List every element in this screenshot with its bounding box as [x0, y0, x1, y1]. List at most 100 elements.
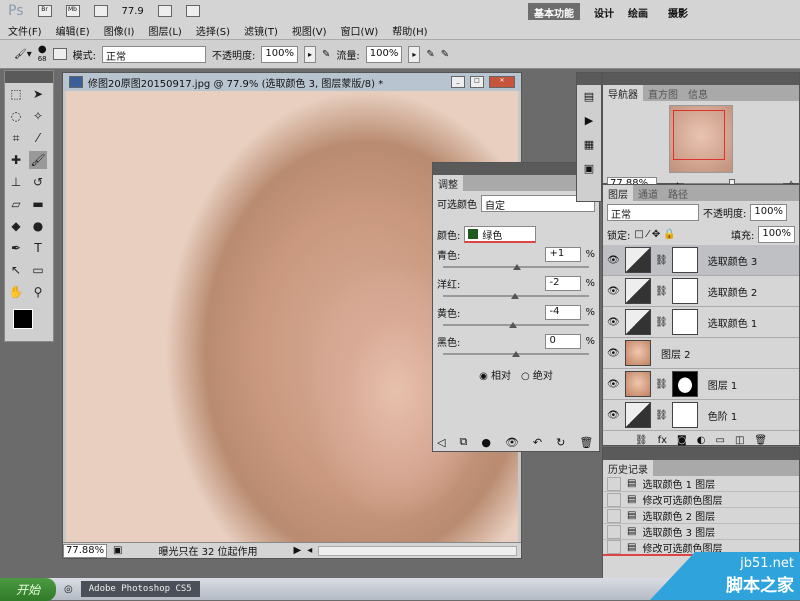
mode-select[interactable]: 正常: [102, 45, 207, 63]
visibility-eye-icon[interactable]: 👁: [607, 379, 621, 390]
menu-image[interactable]: 图像(I): [104, 23, 135, 38]
adjust-slider-thumb[interactable]: [510, 293, 519, 299]
relative-radio[interactable]: ◉ 相对: [479, 367, 511, 382]
tab-info[interactable]: 信息: [683, 85, 713, 101]
adjust-slider-thumb[interactable]: [512, 264, 521, 270]
layer-row[interactable]: 👁 ⛓ 图层 1: [603, 369, 799, 400]
bridge-icon[interactable]: Br: [37, 5, 52, 17]
menu-layer[interactable]: 图层(L): [148, 23, 181, 38]
link-layers-icon[interactable]: ⛓: [635, 435, 648, 446]
swatches-panel-icon[interactable]: ▦: [577, 133, 601, 157]
color-select[interactable]: 绿色: [464, 226, 537, 243]
history-panel-icon[interactable]: ▤: [577, 85, 601, 109]
mask-thumbnail[interactable]: [671, 309, 698, 335]
delete-layer-icon[interactable]: 🗑: [754, 435, 767, 446]
adjust-slider-track[interactable]: [443, 322, 589, 328]
blur-tool-icon[interactable]: ◆: [7, 217, 25, 235]
horizontal-scrollbar[interactable]: [318, 545, 517, 556]
actions-panel-icon[interactable]: ▶: [577, 109, 601, 133]
expand-view-icon[interactable]: ⧉: [459, 435, 467, 449]
previous-state-icon[interactable]: ↶: [533, 436, 542, 449]
lasso-tool-icon[interactable]: ◌: [7, 107, 25, 125]
status-menu-arrow[interactable]: ▶: [294, 545, 302, 556]
chain-icon[interactable]: ⛓: [655, 379, 668, 390]
hand-tool-icon[interactable]: ✋: [7, 283, 25, 301]
start-button[interactable]: 开始: [0, 577, 57, 601]
pen-tool-icon[interactable]: ✒: [7, 239, 25, 257]
view-extras-icon[interactable]: [93, 5, 108, 17]
back-icon[interactable]: ◁: [437, 436, 445, 449]
mini-bridge-icon[interactable]: Mb: [65, 5, 80, 17]
adjust-slider-thumb[interactable]: [512, 351, 520, 357]
workspace-photography[interactable]: 摄影: [662, 3, 694, 20]
workspace-design[interactable]: 设计: [588, 3, 620, 20]
healing-tool-icon[interactable]: ✚: [7, 151, 25, 169]
stamp-tool-icon[interactable]: ⊥: [7, 173, 25, 191]
absolute-radio[interactable]: ○ 绝对: [521, 367, 553, 382]
history-snapshot-box[interactable]: [607, 476, 621, 491]
tab-paths[interactable]: 路径: [663, 185, 693, 201]
add-mask-icon[interactable]: ◙: [677, 435, 687, 446]
history-snapshot-box[interactable]: [607, 492, 621, 507]
layer-opacity-input[interactable]: 100%: [750, 204, 787, 221]
fill-input[interactable]: 100%: [758, 226, 795, 243]
crop-tool-icon[interactable]: ⌗: [7, 129, 25, 147]
history-item[interactable]: ▤ 修改可选颜色图层: [603, 492, 799, 508]
path-select-tool-icon[interactable]: ↖: [7, 261, 25, 279]
tab-navigator[interactable]: 导航器: [603, 85, 643, 101]
mask-thumbnail[interactable]: [671, 247, 698, 273]
new-layer-icon[interactable]: ◫: [735, 435, 744, 446]
move-tool-icon[interactable]: ➤: [29, 85, 47, 103]
slider-value-input[interactable]: +1: [545, 247, 582, 262]
styles-panel-icon[interactable]: ▣: [577, 157, 601, 181]
opacity-input[interactable]: 100%: [261, 45, 298, 63]
flow-input[interactable]: 100%: [365, 45, 403, 63]
shape-tool-icon[interactable]: ▭: [29, 261, 47, 279]
new-group-icon[interactable]: ▭: [715, 435, 724, 446]
chain-icon[interactable]: ⛓: [655, 255, 668, 266]
lock-icons[interactable]: □ ⁄ ✥ 🔒: [634, 229, 675, 240]
brush-tool-preset-icon[interactable]: 🖌▾: [14, 49, 32, 60]
chain-icon[interactable]: ⛓: [655, 410, 668, 421]
workspace-painting[interactable]: 绘画: [622, 3, 654, 20]
minimize-button[interactable]: _: [451, 76, 465, 88]
zoom-field[interactable]: 77.88%: [63, 543, 107, 558]
taskbar-photoshop[interactable]: Adobe Photoshop CS5: [80, 581, 200, 597]
flow-slider-button[interactable]: ▸: [408, 45, 421, 63]
close-button[interactable]: ✕: [489, 76, 515, 88]
chain-icon[interactable]: ⛓: [655, 286, 668, 297]
delete-icon[interactable]: 🗑: [579, 436, 593, 449]
visibility-icon[interactable]: 👁: [505, 436, 519, 449]
blend-mode-select[interactable]: 正常: [607, 204, 699, 221]
quick-select-tool-icon[interactable]: ✧: [29, 107, 47, 125]
adjustment-layer-icon[interactable]: ◐: [697, 435, 706, 446]
navigator-view-box[interactable]: [673, 110, 725, 160]
menu-select[interactable]: 选择(S): [196, 23, 230, 38]
layer-row[interactable]: 👁 ⛓ 选取颜色 3: [603, 245, 799, 276]
gradient-tool-icon[interactable]: ▬: [29, 195, 47, 213]
pressure-size-icon[interactable]: ✎: [441, 49, 449, 60]
quick-launch-icon[interactable]: ◎: [64, 584, 73, 595]
layer-row[interactable]: 👁 ⛓ 选取颜色 2: [603, 276, 799, 307]
history-snapshot-box[interactable]: [607, 540, 621, 554]
brush-panel-icon[interactable]: [52, 48, 67, 60]
visibility-eye-icon[interactable]: 👁: [607, 348, 621, 359]
chain-icon[interactable]: ⛓: [655, 317, 668, 328]
menu-view[interactable]: 视图(V): [292, 23, 327, 38]
pressure-opacity-icon[interactable]: ✎: [322, 49, 330, 60]
scroll-left-button[interactable]: ◂: [307, 545, 312, 556]
tab-history[interactable]: 历史记录: [603, 460, 653, 476]
adjust-slider-track[interactable]: [443, 351, 589, 357]
history-item[interactable]: ▤ 选取颜色 2 图层: [603, 508, 799, 524]
menu-help[interactable]: 帮助(H): [392, 23, 427, 38]
slider-value-input[interactable]: -4: [545, 305, 582, 320]
adjust-slider-thumb[interactable]: [509, 322, 518, 328]
tab-channels[interactable]: 通道: [633, 185, 663, 201]
history-item[interactable]: ▤ 选取颜色 3 图层: [603, 524, 799, 540]
type-tool-icon[interactable]: T: [29, 239, 47, 257]
history-snapshot-box[interactable]: [607, 524, 621, 539]
menu-edit[interactable]: 编辑(E): [56, 23, 90, 38]
zoom-level-dropdown[interactable]: 77.9: [122, 6, 144, 17]
arrange-documents-icon[interactable]: [157, 5, 172, 17]
history-item[interactable]: ▤ 选取颜色 1 图层: [603, 476, 799, 492]
